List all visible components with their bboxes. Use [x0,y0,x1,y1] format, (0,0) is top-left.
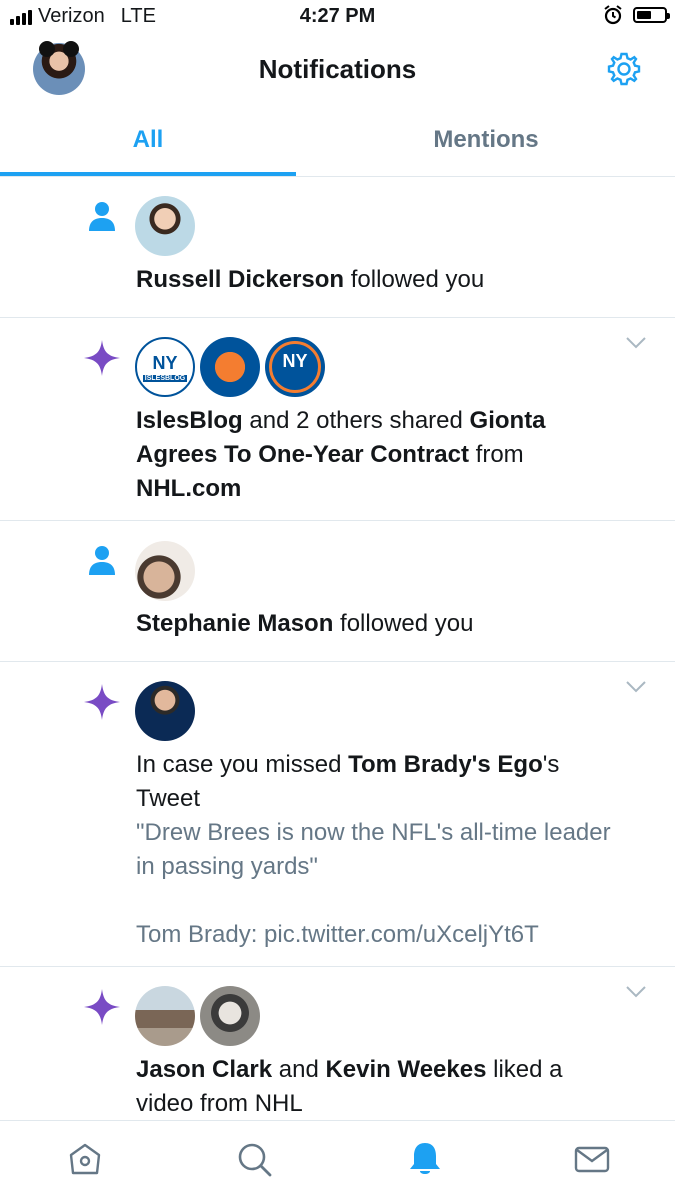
notification-text: Stephanie Mason followed you [136,607,615,641]
prefix-text: In case you missed [136,751,349,778]
notification-item[interactable]: NY ISLESBLOG NY IslesBlog and 2 others s… [0,318,675,521]
avatar[interactable]: NY [265,337,325,397]
status-bar: Verizon LTE 4:27 PM [0,0,675,36]
actor-name[interactable]: Kevin Weekes [325,1056,486,1083]
home-icon[interactable] [65,1139,105,1179]
and-text: and [272,1056,326,1083]
tab-mentions[interactable]: Mentions [337,102,635,176]
quoted-tweet-text[interactable]: "Drew Brees is now the NFL's all-time le… [136,816,615,884]
sparkle-icon [84,684,120,720]
avatar[interactable] [200,986,260,1046]
gear-icon[interactable] [605,50,643,88]
avatar[interactable] [135,196,195,256]
search-icon[interactable] [234,1139,274,1179]
notification-text: Jason Clark and Kevin Weekes liked a vid… [136,1053,615,1120]
source-name[interactable]: NHL.com [136,475,241,502]
person-icon [89,202,115,231]
action-text: followed you [344,266,485,293]
chevron-down-icon[interactable] [625,336,647,350]
chevron-down-icon[interactable] [625,985,647,999]
avatar-row [135,681,195,741]
avatar[interactable] [135,986,195,1046]
notification-item[interactable]: Jason Clark and Kevin Weekes liked a vid… [0,967,675,1120]
avatar-row: NY ISLESBLOG NY [135,337,325,397]
page-title: Notifications [258,54,417,84]
avatar-sublabel: ISLESBLOG [143,375,187,382]
header: Notifications [0,36,675,102]
user-name[interactable]: Stephanie Mason [136,610,333,637]
avatar[interactable] [135,541,195,601]
action-text: and 2 others shared [242,407,470,434]
quoted-tweet-link[interactable]: Tom Brady: pic.twitter.com/uXceljYt6T [136,918,615,952]
person-icon [89,546,115,575]
avatar-row [135,196,195,256]
bottom-tab-bar [0,1120,675,1201]
sparkle-icon [84,340,120,376]
avatar[interactable]: NY ISLESBLOG [135,337,195,397]
avatar-label: NY [152,353,178,373]
notification-item[interactable]: In case you missed Tom Brady's Ego's Twe… [0,662,675,967]
actor-name[interactable]: Jason Clark [136,1056,272,1083]
battery-icon [633,7,670,23]
notification-text: Russell Dickerson followed you [136,263,615,297]
chevron-down-icon[interactable] [625,680,647,694]
action-text: followed you [333,610,474,637]
notification-item[interactable]: Russell Dickerson followed you [0,177,675,318]
avatar-row [135,986,260,1046]
notifications-feed: Russell Dickerson followed you NY ISLESB… [0,177,675,1120]
alarm-icon [604,5,622,25]
avatar[interactable] [200,337,260,397]
battery-fill [637,11,651,19]
tab-bar-top: All Mentions [0,102,675,177]
user-name[interactable]: Russell Dickerson [136,266,344,293]
status-right [603,5,670,25]
sparkle-icon [84,989,120,1025]
avatar-row [135,541,195,601]
account-name[interactable]: Tom Brady's Ego [348,751,543,778]
avatar[interactable] [135,681,195,741]
mail-icon[interactable] [572,1139,612,1179]
bell-icon[interactable] [405,1139,445,1179]
notification-text: In case you missed Tom Brady's Ego's Twe… [136,748,615,952]
tab-all[interactable]: All [0,102,296,176]
notification-text: IslesBlog and 2 others shared Gionta Agr… [136,404,615,506]
avatar-label: NY [282,351,308,371]
status-time: 4:27 PM [299,5,376,27]
from-text: from [468,441,524,468]
notification-item[interactable]: Stephanie Mason followed you [0,521,675,662]
actor-name[interactable]: IslesBlog [136,407,243,434]
